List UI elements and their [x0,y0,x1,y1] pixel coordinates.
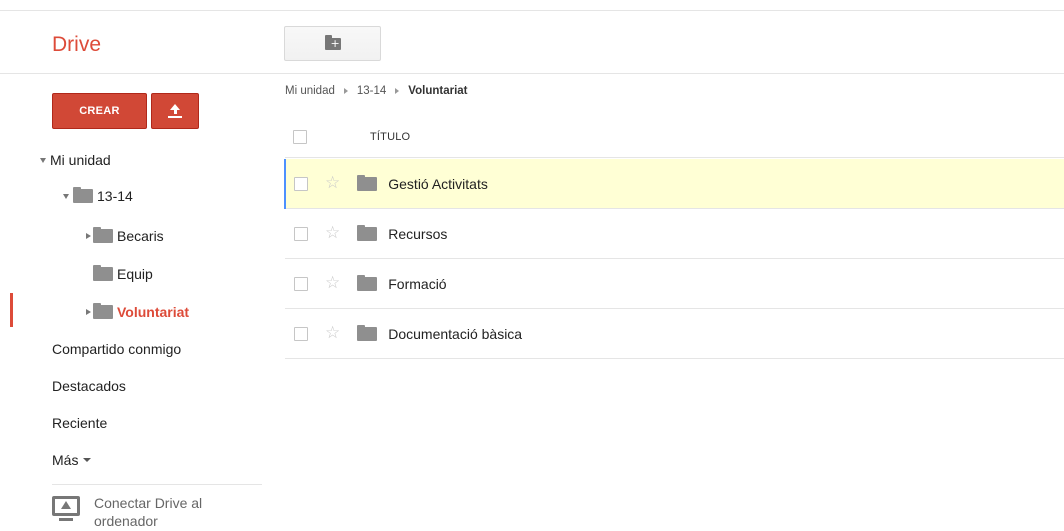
list-item[interactable]: ☆ Documentació bàsica [285,309,1064,359]
chevron-right-icon [395,88,400,94]
folder-icon [73,187,93,203]
collapse-arrow-icon[interactable] [86,233,91,239]
breadcrumb-item[interactable]: 13-14 [357,85,386,97]
app-brand[interactable]: Drive [52,33,101,57]
header-divider [0,73,1064,74]
file-list: ☆ Gestió Activitats ☆ Recursos ☆ Formaci… [284,159,1064,359]
folder-icon [93,265,113,281]
expand-arrow-icon[interactable] [63,193,69,199]
star-icon[interactable]: ☆ [325,275,340,292]
sidebar-item-recent[interactable]: Reciente [52,413,107,433]
breadcrumb-current: Voluntariat [408,85,468,97]
item-name[interactable]: Documentació bàsica [388,326,522,342]
create-button[interactable]: CREAR [52,93,147,129]
top-divider [0,10,1064,11]
list-header: TÍTULO [285,116,1064,158]
item-name[interactable]: Recursos [388,226,447,242]
sidebar-item-starred[interactable]: Destacados [52,376,126,396]
connect-drive-link[interactable]: Conectar Drive al ordenador [52,494,254,530]
select-all-checkbox[interactable] [293,129,307,144]
collapse-arrow-icon[interactable] [86,309,91,315]
list-item[interactable]: ☆ Formació [285,259,1064,309]
sidebar-item-13-14[interactable]: 13-14 [63,186,133,206]
row-checkbox[interactable] [294,176,308,191]
expand-arrow-icon[interactable] [40,157,46,163]
list-item[interactable]: ☆ Gestió Activitats [284,159,1064,209]
new-folder-button[interactable]: + [284,26,381,61]
sidebar-item-label: 13-14 [97,188,133,204]
breadcrumb-item[interactable]: Mi unidad [285,85,335,97]
list-item[interactable]: ☆ Recursos [285,209,1064,259]
folder-icon [357,174,378,191]
sidebar-item-label: Más [52,452,79,468]
sidebar-item-voluntariat[interactable]: Voluntariat [86,302,189,322]
item-name[interactable]: Formació [388,276,446,292]
folder-icon [93,303,113,319]
sidebar-item-equip[interactable]: Equip [86,264,153,284]
column-header-title[interactable]: TÍTULO [370,131,410,143]
chevron-down-icon [83,458,92,462]
upload-button[interactable] [151,93,199,129]
connect-drive-text: Conectar Drive al ordenador [94,494,254,530]
sidebar-item-label: Equip [117,266,153,282]
folder-icon [357,274,378,291]
sidebar-item-becaris[interactable]: Becaris [86,226,164,246]
row-checkbox[interactable] [294,226,308,241]
upload-icon [168,104,182,118]
folder-icon [357,224,378,241]
sidebar-item-label: Becaris [117,228,164,244]
active-indicator [10,293,13,327]
row-checkbox[interactable] [294,326,308,341]
connect-drive-line1: Conectar Drive al [94,495,203,511]
sidebar-item-shared[interactable]: Compartido conmigo [52,339,181,359]
sidebar-item-label: Mi unidad [50,152,111,168]
folder-plus-icon: + [324,34,341,50]
sidebar-item-mi-unidad[interactable]: Mi unidad [40,150,111,170]
item-name[interactable]: Gestió Activitats [388,176,488,192]
connect-drive-line2: ordenador [94,513,158,529]
folder-icon [93,227,113,243]
sidebar-item-label: Voluntariat [117,304,190,320]
breadcrumb: Mi unidad 13-14 Voluntariat [285,85,468,97]
sidebar-item-more[interactable]: Más [52,450,92,470]
star-icon[interactable]: ☆ [325,325,340,342]
row-checkbox[interactable] [294,276,308,291]
sidebar-divider [52,484,262,485]
chevron-right-icon [343,88,348,94]
monitor-drive-icon [52,496,80,522]
folder-icon [357,324,378,341]
star-icon[interactable]: ☆ [325,175,340,192]
star-icon[interactable]: ☆ [325,225,340,242]
